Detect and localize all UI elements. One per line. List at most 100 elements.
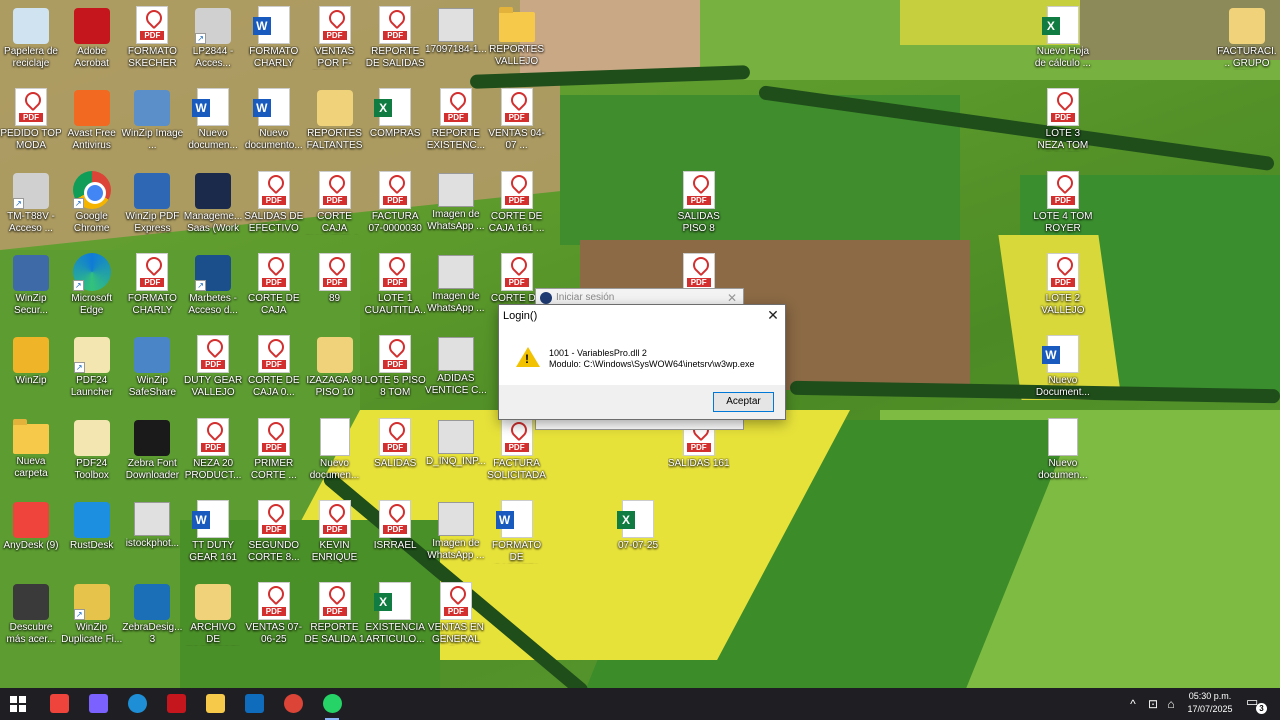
desktop-icon[interactable]: FACTURACI... GRUPO ETA...	[1216, 0, 1278, 76]
taskbar-edge-button[interactable]	[118, 688, 156, 720]
desktop-icon[interactable]: Nueva carpeta	[0, 412, 62, 488]
desktop-icon[interactable]: WinZip	[0, 329, 62, 405]
desktop-icon[interactable]: ARCHIVO DE ESCRITORIO	[182, 576, 244, 652]
dialog-titlebar[interactable]: Login() ✕	[499, 305, 785, 327]
desktop-icon[interactable]: 17097184-1...	[425, 0, 487, 76]
desktop-icon[interactable]: Imagen de WhatsApp ...	[425, 494, 487, 570]
desktop-icon[interactable]: X 07-07-25	[607, 494, 669, 570]
desktop-icon[interactable]: PDF SALIDAS	[364, 412, 426, 488]
desktop-icon[interactable]: ZebraDesig... 3	[121, 576, 183, 652]
system-clock[interactable]: 05:30 p.m. 17/07/2025	[1176, 690, 1244, 716]
desktop-icon[interactable]: ↗ WinZip Duplicate Fi...	[61, 576, 123, 652]
desktop-icon[interactable]: PDFKEVIN ENRIQUE P...	[304, 494, 366, 570]
desktop-icon[interactable]: WinZip PDF Express	[121, 165, 183, 241]
desktop-icon[interactable]: PDF PRIMER CORTE ...	[243, 412, 305, 488]
taskbar-acrobat-button[interactable]	[157, 688, 195, 720]
desktop-icon[interactable]: PDFVENTAS POR F-PIZZGA...	[304, 0, 366, 76]
desktop-icon[interactable]: Nuevo documen...	[1032, 412, 1094, 488]
notification-center-button[interactable]: ▭ 3	[1246, 694, 1267, 714]
desktop-icon[interactable]: PDFLOTE 1 CUAUTITLA...	[364, 247, 426, 323]
desktop-icon[interactable]: ↗ Marbetes - Acceso d...	[182, 247, 244, 323]
taskbar-chrome-button[interactable]	[274, 688, 312, 720]
desktop-icon[interactable]: Imagen de WhatsApp ...	[425, 247, 487, 323]
desktop-icon[interactable]: Papelera de reciclaje	[0, 0, 62, 76]
desktop-icon[interactable]: Nuevo documen...	[304, 412, 366, 488]
desktop-icon-label: WinZip Image ...	[121, 128, 184, 152]
taskbar-whatsapp-button[interactable]	[313, 688, 351, 720]
desktop-icon[interactable]: PDF SALIDAS PISO 8	[668, 165, 730, 241]
desktop-icon[interactable]: PDF 89	[304, 247, 366, 323]
chrome-icon: ↗	[72, 170, 111, 209]
desktop-icon[interactable]: IZAZAGA 89 PISO 10	[304, 329, 366, 405]
desktop-icon[interactable]: istockphot...	[121, 494, 183, 570]
close-icon[interactable]: ✕	[763, 306, 783, 326]
taskbar-outlook-button[interactable]	[235, 688, 273, 720]
desktop-icon[interactable]: ↗ TM-T88V - Acceso ...	[0, 165, 62, 241]
desktop-icon[interactable]: WinZip Secur...	[0, 247, 62, 323]
desktop-icon[interactable]: PDF FORMATO SKECHER	[121, 0, 183, 76]
desktop-icon[interactable]: PDF NEZA 20 PRODUCT...	[182, 412, 244, 488]
desktop-icon[interactable]: D_INQ_INP...	[425, 412, 487, 488]
desktop-icon[interactable]: W TT DUTY GEAR 161	[182, 494, 244, 570]
desktop-icon[interactable]: PDF CORTE DE CAJA 0...	[243, 329, 305, 405]
desktop-icon[interactable]: W FORMATO CHARLY	[243, 0, 305, 76]
desktop-icon[interactable]: W Nuevo Document...	[1032, 329, 1094, 405]
desktop-icon[interactable]: PDF ISRRAEL	[364, 494, 426, 570]
desktop-icon[interactable]: W Nuevo documento...	[243, 82, 305, 158]
taskbar-anydesk-button[interactable]	[40, 688, 78, 720]
desktop-icon[interactable]: RustDesk	[61, 494, 123, 570]
desktop-icon[interactable]: X EXISTENCIA ARTICULO...	[364, 576, 426, 652]
desktop-icon[interactable]: WinZip SafeShare	[121, 329, 183, 405]
desktop-icon[interactable]: PDFLOTE 5 PISO 8 TOM ROYEr...	[364, 329, 426, 405]
desktop-icon[interactable]: PDFSALIDAS DE EFECTIVO I...	[243, 165, 305, 241]
desktop-icon[interactable]: PDFREPORTE DE SALIDAS 161	[364, 0, 426, 76]
desktop-icon[interactable]: PDF SEGUNDO CORTE 8...	[243, 494, 305, 570]
desktop-icon[interactable]: ↗ Google Chrome	[61, 165, 123, 241]
desktop-icon[interactable]: PDFCORTE CAJA CUAUTITLA...	[304, 165, 366, 241]
edge-icon	[128, 694, 147, 713]
desktop-icon[interactable]: PDF REPORTE DE SALIDA 1	[304, 576, 366, 652]
folder-icon	[13, 418, 49, 454]
desktop-icon[interactable]: ↗ Microsoft Edge	[61, 247, 123, 323]
desktop-icon[interactable]: Adobe Acrobat	[61, 0, 123, 76]
desktop-icon-label: FORMATO CHARLY	[249, 46, 299, 69]
desktop-icon[interactable]: PDF REPORTE EXISTENC...	[425, 82, 487, 158]
desktop-icon[interactable]: Descubre más acer...	[0, 576, 62, 652]
desktop-icon[interactable]: PDF PEDIDO TOP MODA	[0, 82, 62, 158]
desktop-icon[interactable]: Imagen de WhatsApp ...	[425, 165, 487, 241]
desktop-icon[interactable]: Manageme... Saas (Work ...	[182, 165, 244, 241]
desktop-icon[interactable]: ↗ LP2844 - Acces...	[182, 0, 244, 76]
desktop-icon[interactable]: WinZip Image ...	[121, 82, 183, 158]
start-button[interactable]	[0, 688, 38, 720]
desktop-icon[interactable]: PDF VENTAS 07-06-25	[243, 576, 305, 652]
desktop-icon[interactable]: ↗ PDF24 Launcher	[61, 329, 123, 405]
desktop-icon[interactable]: W Nuevo documen...	[182, 82, 244, 158]
desktop-icon[interactable]: PDF CORTE DE CAJA 161 ...	[486, 165, 548, 241]
desktop-icon[interactable]: PDF DUTY GEAR VALLEJO	[182, 329, 244, 405]
desktop-icon[interactable]: PDF FACTURA 07-0000030	[364, 165, 426, 241]
taskbar-copilot-button[interactable]	[79, 688, 117, 720]
desktop-icon[interactable]: PDF VENTAS 04-07 ...	[486, 82, 548, 158]
desktop-icon[interactable]: PDF24 Toolbox	[61, 412, 123, 488]
network-icon[interactable]: ⊡	[1144, 688, 1162, 720]
desktop-icon[interactable]: PDF LOTE 4 TOM ROYER	[1032, 165, 1094, 241]
desktop-icon[interactable]: PDFLOTE 3 NEZA TOM ROYER	[1032, 82, 1094, 158]
desktop-icon[interactable]: REPORTES VALLEJO	[486, 0, 548, 76]
accept-button[interactable]: Aceptar	[713, 392, 774, 412]
desktop-icon[interactable]: PDF FORMATO CHARLY	[121, 247, 183, 323]
desktop-icon[interactable]: WFORMATO DE CARPETA	[486, 494, 548, 570]
desktop-icon[interactable]: ADIDAS VENTICE C...	[425, 329, 487, 405]
desktop-icon-label: IZAZAGA 89 PISO 10	[306, 375, 363, 399]
taskbar-file-explorer-button[interactable]	[196, 688, 234, 720]
desktop-icon[interactable]: PDFVENTAS EN GENERAL P...	[425, 576, 487, 652]
desktop-icon[interactable]: PDF CORTE DE CAJA	[243, 247, 305, 323]
desktop-icon[interactable]: AnyDesk (9)	[0, 494, 62, 570]
desktop-icon[interactable]: PDF LOTE 2 VALLEJO	[1032, 247, 1094, 323]
desktop-icon[interactable]: REPORTES FALTANTES	[304, 82, 366, 158]
desktop-icon[interactable]: X COMPRAS	[364, 82, 426, 158]
desktop-icon[interactable]: Zebra Font Downloader	[121, 412, 183, 488]
show-hidden-icons-button[interactable]: ^	[1124, 688, 1142, 720]
desktop-icon[interactable]: Avast Free Antivirus	[61, 82, 123, 158]
blank-doc-icon	[1047, 417, 1078, 456]
desktop-icon[interactable]: X Nuevo Hoja de cálculo ...	[1032, 0, 1094, 76]
